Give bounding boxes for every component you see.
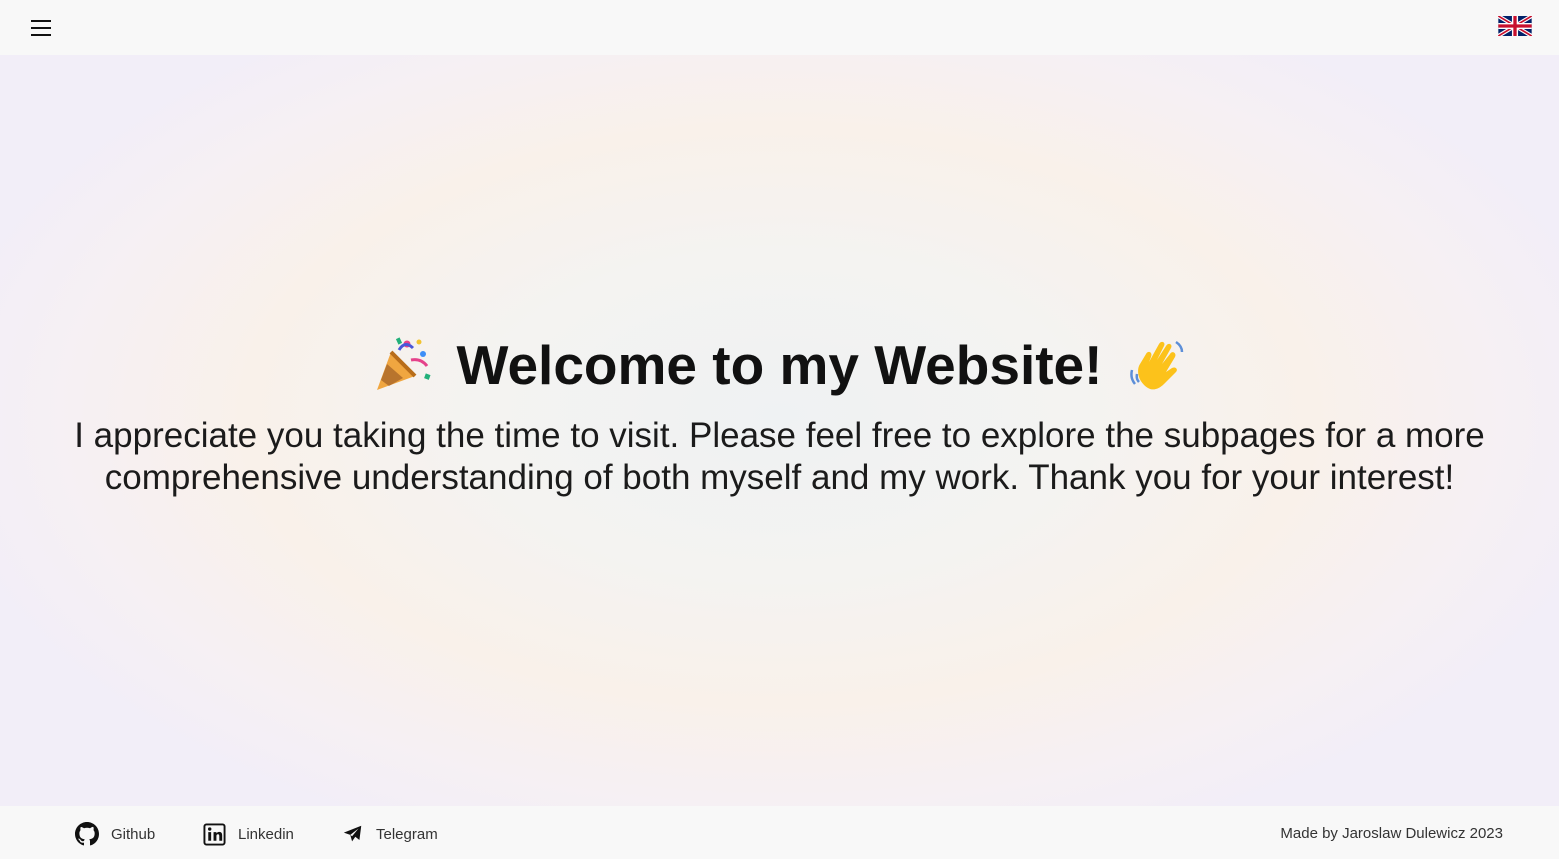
telegram-link[interactable]: Telegram <box>342 821 438 847</box>
waving-hand-icon <box>1126 334 1188 396</box>
hero-description: I appreciate you taking the time to visi… <box>74 416 1485 497</box>
github-link[interactable]: Github <box>75 821 155 847</box>
telegram-label: Telegram <box>376 825 438 843</box>
hero-section: Welcome to my Website! I appreciate you … <box>0 55 1559 806</box>
telegram-icon <box>343 825 362 842</box>
footer: Github Linkedin Telegram Made by Jarosla… <box>0 806 1559 859</box>
linkedin-icon <box>203 822 226 846</box>
linkedin-label: Linkedin <box>238 825 294 843</box>
linkedin-link[interactable]: Linkedin <box>203 821 294 847</box>
footer-credit: Made by Jaroslaw Dulewicz 2023 <box>1280 825 1503 842</box>
top-navbar <box>0 0 1559 55</box>
party-popper-icon <box>371 334 433 396</box>
hero-title-text: Welcome to my Website! <box>456 334 1103 396</box>
github-label: Github <box>111 825 156 843</box>
hamburger-menu-icon[interactable] <box>22 10 58 46</box>
uk-flag-icon[interactable] <box>1497 14 1533 38</box>
github-icon <box>75 822 99 846</box>
hero-heading: Welcome to my Website! <box>0 334 1559 396</box>
